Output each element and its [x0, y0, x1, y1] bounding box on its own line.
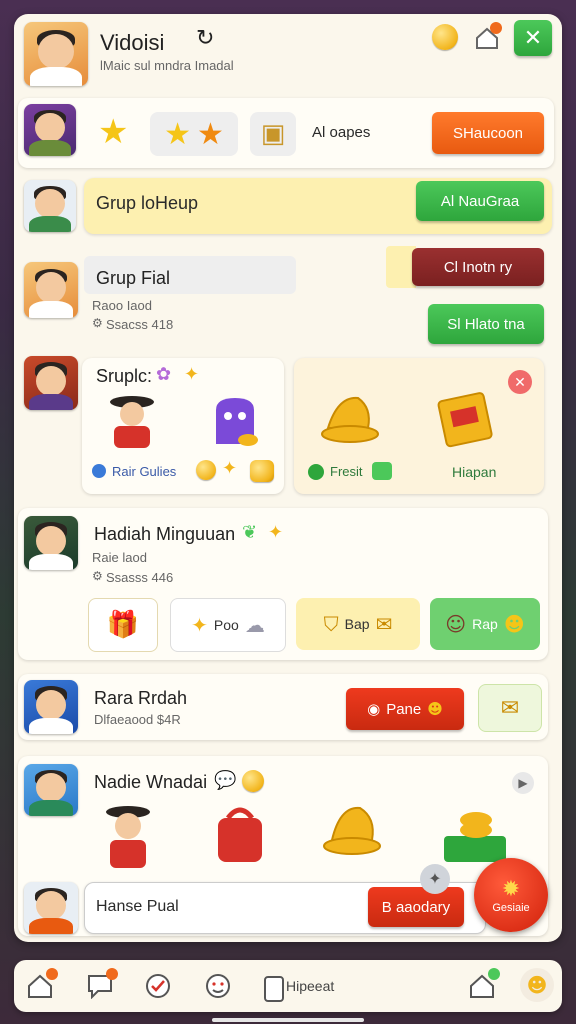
- profile-avatar[interactable]: [24, 22, 88, 86]
- weekly-tile-3-label: Bap: [344, 616, 370, 632]
- group-final-bottom-button[interactable]: Sl Hlato tna: [428, 304, 544, 344]
- spinner-icon: ✦: [420, 864, 450, 894]
- reward-subtitle: Dlfaeaood $4R: [94, 712, 181, 727]
- cash-icon: [372, 462, 392, 480]
- group-final-top-button[interactable]: Cl Inotn ry: [412, 248, 544, 286]
- coin-icon: ◉: [367, 700, 381, 718]
- daily-character-figure: [100, 802, 156, 870]
- play-icon[interactable]: ▶: [512, 772, 534, 794]
- close-button[interactable]: ✕: [514, 20, 552, 56]
- weekly-line1: Raie laod: [92, 550, 147, 565]
- bottom-input-label: Hanse Pual: [96, 898, 179, 915]
- reward-button[interactable]: ◉ Pane ☻: [346, 688, 464, 730]
- reward-avatar[interactable]: [24, 680, 78, 734]
- fab-button[interactable]: ✹ Gesiaie: [474, 858, 548, 932]
- group-final-title: Grup Fial: [96, 268, 171, 288]
- app-title: Vidoisi: [100, 30, 165, 55]
- group-lookup-button[interactable]: Al NauGraa: [416, 181, 544, 221]
- gem-icon: ✦: [184, 364, 200, 385]
- cloud-icon: ☁: [244, 613, 265, 637]
- chat-icon: 💬: [214, 770, 237, 791]
- group-avatar[interactable]: [24, 180, 76, 232]
- bottom-input-button[interactable]: B aaodary: [368, 887, 464, 927]
- coin-stack-icon: [250, 460, 274, 482]
- weekly-avatar[interactable]: [24, 516, 78, 570]
- nav-face-icon[interactable]: [202, 970, 234, 1002]
- nav-chat-icon[interactable]: [84, 968, 118, 1002]
- nav-profile-icon[interactable]: ☻: [520, 968, 554, 1002]
- topbar-action-button[interactable]: SHaucoon: [432, 112, 544, 154]
- coin-icon: [242, 770, 264, 792]
- cash-stack-icon: [442, 806, 508, 866]
- daily-avatar[interactable]: [24, 764, 78, 816]
- home-notify-icon[interactable]: [474, 22, 502, 50]
- refresh-icon[interactable]: ↻: [196, 26, 214, 51]
- sun-icon: ✹: [501, 876, 521, 902]
- reward-title: Rara Rrdah: [94, 688, 188, 708]
- home-indicator: [212, 1018, 364, 1022]
- gem-icon: ✦: [268, 522, 284, 543]
- app-subtitle: lMaic sul mndra Imadal: [100, 58, 234, 73]
- nav-check-icon[interactable]: [142, 970, 174, 1002]
- coin-icon: [196, 460, 216, 480]
- box-icon: ▣: [260, 119, 286, 149]
- group-final-avatar[interactable]: [24, 262, 78, 318]
- weekly-tile-3[interactable]: ⛉ Bap ✉: [296, 598, 420, 650]
- supplies-right-right-caption: Hiapan: [452, 464, 497, 480]
- star-icon: ★: [98, 112, 129, 152]
- star-icon: ★: [197, 116, 224, 152]
- input-avatar[interactable]: [24, 882, 78, 934]
- weekly-tile-1[interactable]: 🎁: [88, 598, 158, 652]
- fab-label: Gesiaie: [492, 901, 530, 914]
- weekly-title: Hadiah Minguuan: [94, 524, 236, 544]
- topbar-avatar[interactable]: [24, 104, 76, 156]
- group-final-line1: Raoo Iaod: [92, 298, 152, 313]
- supplies-title: Sruplc:: [96, 366, 153, 386]
- info-icon: [92, 464, 106, 478]
- ticket-icon: ✉: [375, 612, 393, 636]
- person-icon: ☺: [445, 612, 467, 636]
- leaf-icon: ❦: [242, 522, 258, 543]
- group-lookup-label: Grup loHeup: [96, 193, 199, 213]
- group-final-line2: Ssacss 418: [106, 317, 174, 332]
- supplies-left-caption: Rair Gulies: [112, 464, 177, 479]
- red-bag-icon: [212, 802, 268, 866]
- ticket-icon: ✉: [500, 695, 520, 721]
- close-small-icon[interactable]: ✕: [508, 370, 532, 394]
- nav-home-icon[interactable]: [24, 968, 58, 1002]
- star-icon: ★: [164, 116, 191, 152]
- golden-hat-icon: [318, 388, 382, 452]
- reward-button-label: Pane: [386, 700, 422, 718]
- stars-tile[interactable]: ★ ★: [150, 112, 238, 156]
- star-icon: ✦: [191, 613, 208, 637]
- nav-house-icon[interactable]: [466, 968, 500, 1002]
- weekly-line2: Ssasss 446: [106, 570, 174, 585]
- supplies-right-left-caption: Fresit: [330, 464, 363, 479]
- gear-icon: ⚙: [92, 316, 103, 330]
- weekly-tile-4[interactable]: ☺ Rap ☻: [430, 598, 540, 650]
- golden-hat-icon: [322, 798, 384, 864]
- smile-icon: ☻: [427, 700, 443, 718]
- success-icon: [308, 464, 324, 480]
- nav-center-label[interactable]: Hipeeat: [286, 978, 334, 994]
- weekly-tile-4-label: Rap: [472, 616, 498, 632]
- smile-icon: ☻: [503, 612, 525, 636]
- gift-icon: 🎁: [106, 610, 140, 640]
- coin-icon: [432, 24, 458, 50]
- daily-title: Nadie Wnadai: [94, 772, 208, 792]
- gear-icon: ⚙: [92, 569, 103, 583]
- gem-icon: ✦: [222, 458, 238, 479]
- topbar-item-label: Al oapes: [312, 124, 371, 141]
- reward-side-tile[interactable]: ✉: [478, 684, 542, 732]
- weekly-tile-2-label: Poo: [213, 617, 239, 633]
- shield-icon: ⛉: [323, 612, 339, 636]
- purple-creature: [208, 394, 262, 448]
- supplies-avatar[interactable]: [24, 356, 78, 410]
- golden-book-icon: [436, 386, 500, 452]
- character-figure: [104, 392, 160, 450]
- box-tile[interactable]: ▣: [250, 112, 296, 156]
- flower-icon: ✿: [156, 364, 172, 385]
- weekly-tile-2[interactable]: ✦ Poo ☁: [170, 598, 286, 652]
- nav-phone-icon[interactable]: [264, 976, 284, 1002]
